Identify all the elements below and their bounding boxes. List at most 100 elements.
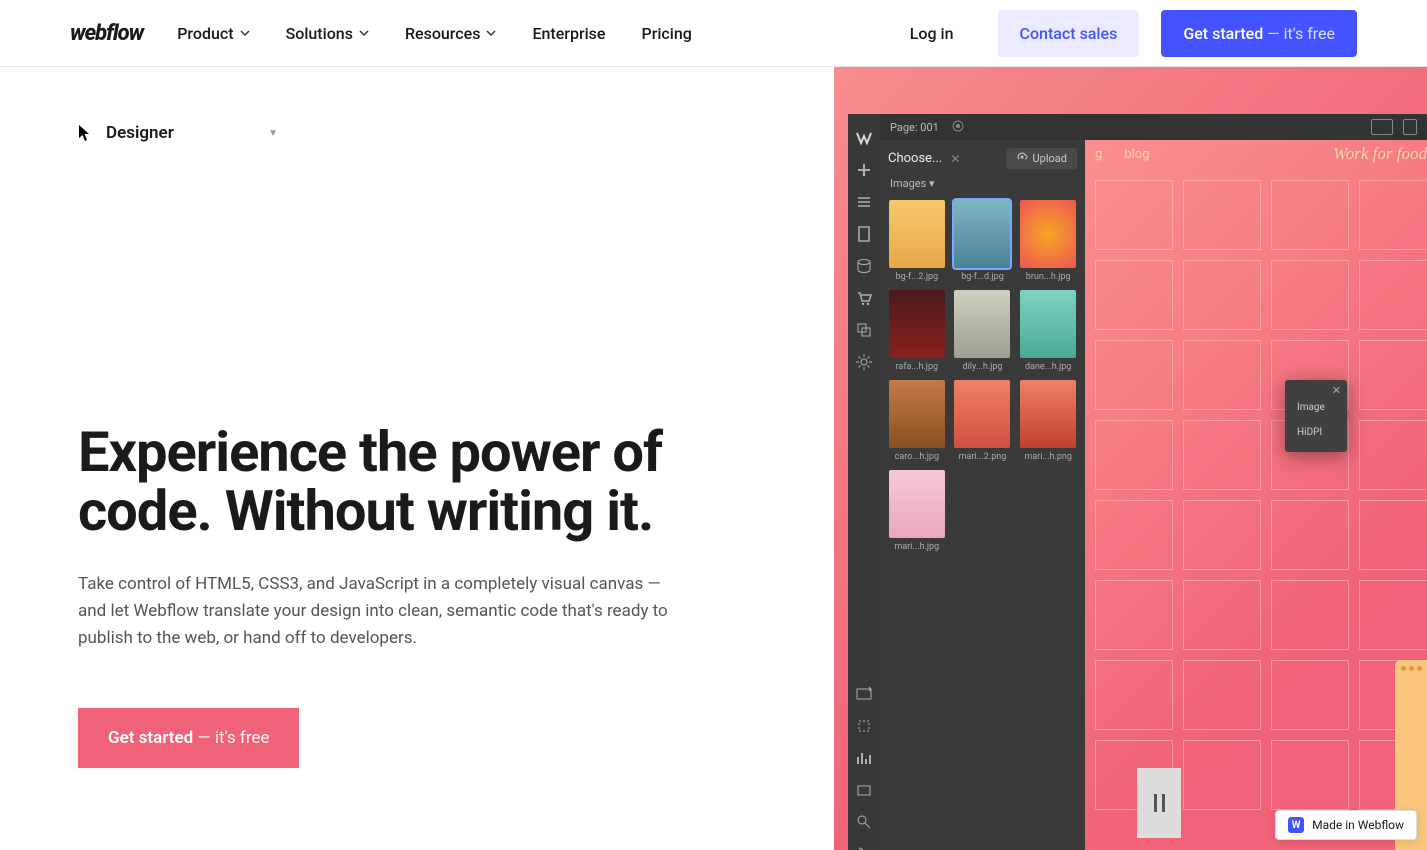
assets-icon[interactable] xyxy=(855,321,873,339)
cloud-upload-icon xyxy=(1016,152,1028,165)
popup-row: HiDPI xyxy=(1297,427,1335,438)
desktop-icon[interactable] xyxy=(1371,119,1393,135)
nav-solutions-label: Solutions xyxy=(286,24,353,43)
asset-thumb[interactable]: mari...h.png xyxy=(1019,380,1077,462)
asset-panel-title: Choose... xyxy=(888,151,942,166)
page-body: Designer ▼ Experience the power of code.… xyxy=(0,67,1427,850)
canvas-nav-item: blog xyxy=(1124,147,1149,162)
webflow-icon: W xyxy=(1288,817,1304,833)
database-icon[interactable] xyxy=(855,257,873,275)
get-started-label: Get started xyxy=(1183,24,1263,43)
badge-label: Made in Webflow xyxy=(1312,818,1404,832)
asset-name: caro...h.jpg xyxy=(895,452,939,462)
hero: Experience the power of code. Without wr… xyxy=(78,423,738,768)
asset-name: mari...h.png xyxy=(1024,452,1072,462)
select-icon[interactable] xyxy=(855,717,873,735)
chevron-down-icon: ▼ xyxy=(268,128,278,139)
responsive-icon[interactable] xyxy=(855,685,873,703)
hero-cta-label: Get started xyxy=(108,728,193,748)
design-canvas[interactable]: g blog Work for food xyxy=(1085,140,1427,850)
nav-product[interactable]: Product xyxy=(177,24,249,43)
asset-thumb[interactable]: mari...h.jpg xyxy=(888,470,946,552)
canvas-nav-item: g xyxy=(1095,147,1102,162)
hero-body: Take control of HTML5, CSS3, and JavaScr… xyxy=(78,571,668,653)
search-icon[interactable] xyxy=(855,813,873,831)
get-started-button[interactable]: Get started — it's free xyxy=(1161,10,1357,57)
editor-body: Choose... ✕ Upload Images ▾ bg-f...2.jpg… xyxy=(880,140,1427,850)
box-icon[interactable] xyxy=(855,781,873,799)
asset-thumb[interactable]: dily...h.jpg xyxy=(954,290,1012,372)
editor-main: Page: 001 Choose... ✕ xyxy=(880,114,1427,850)
nav-enterprise[interactable]: Enterprise xyxy=(532,24,605,43)
webflow-icon[interactable] xyxy=(855,129,873,147)
login-link[interactable]: Log in xyxy=(888,10,976,57)
chevron-down-icon xyxy=(486,28,496,38)
device-switcher xyxy=(1371,119,1427,135)
play-icon[interactable] xyxy=(855,845,873,850)
layout-guides xyxy=(1095,180,1427,850)
add-icon[interactable] xyxy=(855,161,873,179)
page-icon[interactable] xyxy=(855,225,873,243)
pause-button[interactable] xyxy=(1137,768,1181,838)
asset-name: dane...h.jpg xyxy=(1025,362,1071,372)
designer-editor: Page: 001 Choose... ✕ xyxy=(848,114,1427,850)
hero-title: Experience the power of code. Without wr… xyxy=(78,423,738,541)
asset-thumb[interactable]: bg-f...d.jpg xyxy=(954,200,1012,282)
asset-name: dily...h.jpg xyxy=(963,362,1003,372)
top-nav: webflow Product Solutions Resources Ente… xyxy=(0,0,1427,67)
nav-resources-label: Resources xyxy=(405,24,481,43)
nav-right: Log in Contact sales Get started — it's … xyxy=(888,10,1357,57)
nav-product-label: Product xyxy=(177,24,233,43)
hero-cta-button[interactable]: Get started — it's free xyxy=(78,708,299,768)
editor-toolbar xyxy=(848,114,880,850)
feature-selector[interactable]: Designer ▼ xyxy=(78,123,278,143)
image-settings-popup: ✕ Image HiDPI xyxy=(1285,380,1347,452)
get-started-sublabel: — it's free xyxy=(1263,24,1335,43)
canvas-brand: Work for food xyxy=(1333,144,1427,164)
chevron-down-icon xyxy=(240,28,250,38)
asset-name: mari...h.jpg xyxy=(894,542,939,552)
asset-thumb[interactable]: brun...h.jpg xyxy=(1019,200,1077,282)
asset-thumb[interactable]: bg-f...2.jpg xyxy=(888,200,946,282)
cursor-icon xyxy=(78,124,92,142)
asset-name: rafa...h.jpg xyxy=(896,362,939,372)
canvas-nav: g blog Work for food xyxy=(1095,144,1427,164)
popup-row: Image xyxy=(1297,402,1335,413)
asset-thumb[interactable]: rafa...h.jpg xyxy=(888,290,946,372)
asset-grid: bg-f...2.jpg bg-f...d.jpg brun...h.jpg r… xyxy=(888,200,1077,552)
menu-icon[interactable] xyxy=(855,193,873,211)
upload-label: Upload xyxy=(1033,152,1067,165)
preview-icon[interactable] xyxy=(951,119,965,136)
close-icon[interactable]: ✕ xyxy=(1332,384,1341,397)
asset-panel: Choose... ✕ Upload Images ▾ bg-f...2.jpg… xyxy=(880,140,1085,850)
hero-column: Designer ▼ Experience the power of code.… xyxy=(0,67,834,850)
page-bar: Page: 001 xyxy=(880,114,1427,140)
tablet-icon[interactable] xyxy=(1403,119,1417,135)
hero-cta-sublabel: — it's free xyxy=(193,728,269,748)
asset-panel-header: Choose... ✕ Upload xyxy=(888,148,1077,169)
nav-pricing[interactable]: Pricing xyxy=(641,24,691,43)
asset-thumb[interactable]: dane...h.jpg xyxy=(1019,290,1077,372)
made-in-webflow-badge[interactable]: W Made in Webflow xyxy=(1275,810,1417,840)
cart-icon[interactable] xyxy=(855,289,873,307)
nav-resources[interactable]: Resources xyxy=(405,24,497,43)
asset-name: bg-f...d.jpg xyxy=(961,272,1004,282)
chart-icon[interactable] xyxy=(855,749,873,767)
contact-sales-button[interactable]: Contact sales xyxy=(998,10,1140,57)
upload-button[interactable]: Upload xyxy=(1006,148,1077,169)
asset-name: mari...2.png xyxy=(959,452,1007,462)
chevron-down-icon xyxy=(359,28,369,38)
nav-solutions[interactable]: Solutions xyxy=(286,24,369,43)
asset-thumb[interactable]: mari...2.png xyxy=(954,380,1012,462)
asset-filter[interactable]: Images ▾ xyxy=(890,177,1075,190)
page-label: Page: 001 xyxy=(890,121,939,134)
asset-thumb[interactable]: caro...h.jpg xyxy=(888,380,946,462)
asset-name: bg-f...2.jpg xyxy=(896,272,939,282)
asset-name: brun...h.jpg xyxy=(1026,272,1071,282)
close-icon[interactable]: ✕ xyxy=(950,152,960,166)
feature-selector-label: Designer xyxy=(106,123,174,143)
nav-links: Product Solutions Resources Enterprise P… xyxy=(177,24,692,43)
logo[interactable]: webflow xyxy=(70,21,143,46)
preview-pane: Page: 001 Choose... ✕ xyxy=(834,67,1427,850)
gear-icon[interactable] xyxy=(855,353,873,371)
